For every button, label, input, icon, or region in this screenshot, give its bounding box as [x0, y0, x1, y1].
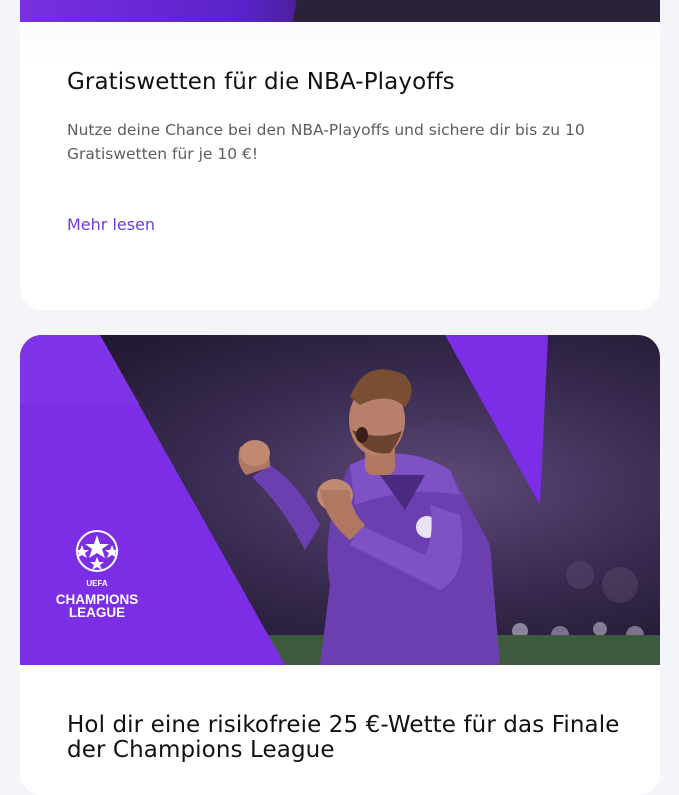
- logo-uefa: UEFA: [86, 579, 108, 588]
- promo-title: Gratiswetten für die NBA-Playoffs: [67, 69, 455, 95]
- promo-card-champions-league: UEFA CHAMPIONS LEAGUE Hol dir eine risik…: [20, 335, 660, 795]
- read-more-link[interactable]: Mehr lesen: [67, 215, 155, 234]
- purple-diagonal-right: [445, 335, 548, 505]
- promo-hero-image[interactable]: UEFA CHAMPIONS LEAGUE: [20, 335, 660, 665]
- promo-title: Hol dir eine risikofreie 25 €-Wette für …: [67, 712, 620, 763]
- promo-description: Nutze deine Chance bei den NBA-Playoffs …: [67, 121, 585, 163]
- logo-league: LEAGUE: [69, 605, 125, 620]
- hero-illustration: UEFA CHAMPIONS LEAGUE: [20, 335, 660, 665]
- promo-hero-image[interactable]: [20, 0, 660, 22]
- promo-card-nba: Gratiswetten für die NBA-Playoffs Nutze …: [20, 0, 660, 310]
- player-figure: [238, 369, 500, 665]
